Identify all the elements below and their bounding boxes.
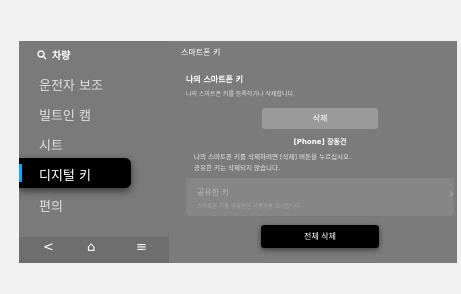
sidebar-item-convenience[interactable]: 편의 bbox=[39, 196, 63, 215]
back-icon[interactable]: < bbox=[43, 240, 54, 255]
my-smartphone-key-desc: 나의 스마트폰 키를 등록하거나 삭제합니다. bbox=[186, 91, 295, 98]
page-title: 스마트폰 키 bbox=[181, 48, 221, 57]
sidebar-item-label: 디지털 키 bbox=[39, 169, 91, 184]
search-button[interactable]: 차량 bbox=[37, 47, 70, 62]
shared-key-row[interactable]: 공유한 키 스마트폰 키를 공유받은 사용자를 표시합니다. › bbox=[186, 178, 454, 216]
home-icon[interactable]: ⌂ bbox=[87, 240, 95, 255]
chevron-right-icon: › bbox=[448, 186, 454, 202]
shared-key-info-text: 공유한 키는 삭제되지 않습니다. bbox=[194, 164, 281, 172]
menu-icon[interactable]: ≡ bbox=[136, 240, 147, 255]
active-indicator bbox=[19, 164, 22, 182]
shared-key-title: 공유한 키 bbox=[197, 188, 229, 197]
sidebar-item-digital-key[interactable]: 디지털 키 bbox=[19, 158, 131, 188]
sidebar: 차량 운전자 보조 빌트인 캠 시트 디지털 키 편의 < ⌂ ≡ bbox=[19, 41, 169, 263]
search-icon bbox=[37, 49, 47, 59]
sidebar-item-builtin-cam[interactable]: 빌트인 캠 bbox=[39, 105, 91, 124]
settings-screen: 차량 운전자 보조 빌트인 캠 시트 디지털 키 편의 < ⌂ ≡ 스마트폰 키… bbox=[19, 41, 457, 263]
shared-key-desc: 스마트폰 키를 공유받은 사용자를 표시합니다. bbox=[197, 204, 302, 210]
bottom-navbar: < ⌂ ≡ bbox=[19, 237, 169, 263]
sidebar-item-label: 편의 bbox=[39, 200, 63, 215]
sidebar-item-label: 시트 bbox=[39, 139, 63, 154]
sidebar-item-seat[interactable]: 시트 bbox=[39, 135, 63, 154]
sidebar-item-label: 빌트인 캠 bbox=[39, 109, 91, 124]
delete-all-button[interactable]: 전체 삭제 bbox=[261, 225, 379, 248]
delete-button[interactable]: 삭제 bbox=[262, 108, 378, 129]
my-smartphone-key-title: 나의 스마트폰 키 bbox=[186, 75, 244, 84]
delete-info-text: 나의 스마트폰 키를 삭제하려면 [삭제] 버튼을 누르십시오. bbox=[194, 153, 352, 161]
sidebar-item-label: 운전자 보조 bbox=[39, 79, 103, 94]
sidebar-item-driver-assist[interactable]: 운전자 보조 bbox=[39, 75, 103, 94]
phone-key-name: [Phone] 장동건 bbox=[293, 138, 347, 146]
search-label: 차량 bbox=[52, 51, 71, 62]
